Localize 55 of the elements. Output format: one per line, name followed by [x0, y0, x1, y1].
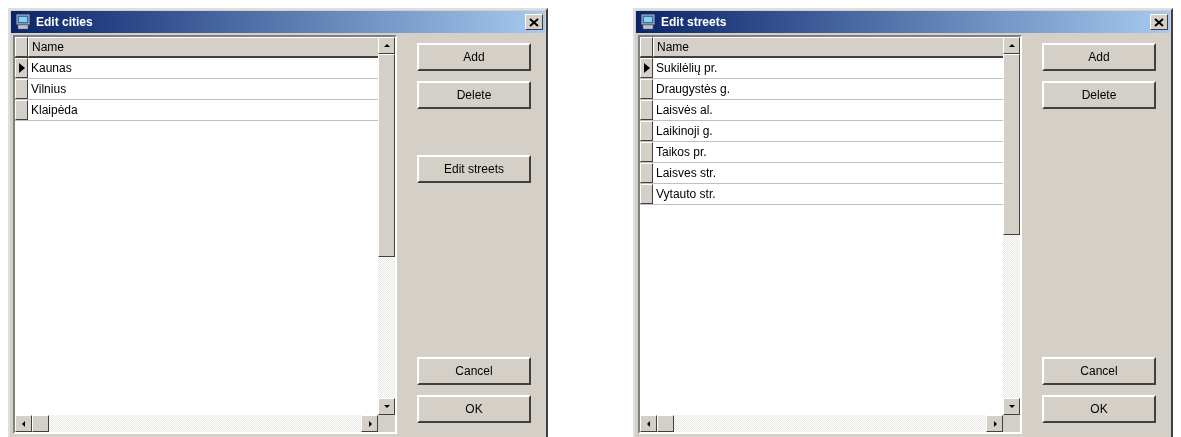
dialog-button[interactable]: Add — [1042, 43, 1156, 71]
scrollbar-corner — [378, 415, 395, 432]
row-pointer-icon — [643, 63, 650, 73]
arrow-down-icon — [382, 402, 391, 411]
scroll-thumb[interactable] — [378, 54, 395, 257]
table-cell[interactable]: Taikos pr. — [653, 142, 1003, 162]
computer-icon — [640, 14, 656, 30]
arrow-up-icon — [1007, 41, 1016, 50]
table-cell[interactable]: Draugystės g. — [653, 79, 1003, 99]
dialog-button[interactable]: Cancel — [1042, 357, 1156, 385]
row-indicator[interactable] — [640, 121, 653, 141]
vertical-scrollbar[interactable] — [378, 37, 395, 415]
dialog-button[interactable]: OK — [417, 395, 531, 423]
table-cell[interactable]: Sukilėlių pr. — [653, 58, 1003, 78]
table-cell[interactable]: Laikinoji g. — [653, 121, 1003, 141]
horizontal-scrollbar[interactable] — [640, 415, 1003, 432]
vertical-scrollbar[interactable] — [1003, 37, 1020, 415]
dialog-button[interactable]: Edit streets — [417, 155, 531, 183]
table-cell[interactable]: Kaunas — [28, 58, 378, 78]
table-cell[interactable]: Vilnius — [28, 79, 378, 99]
row-indicator[interactable] — [640, 184, 653, 204]
table-cell[interactable]: Klaipėda — [28, 100, 378, 120]
row-indicator[interactable] — [640, 79, 653, 99]
dialog-button[interactable]: OK — [1042, 395, 1156, 423]
close-icon — [1154, 17, 1164, 27]
horizontal-scrollbar[interactable] — [15, 415, 378, 432]
table-cell[interactable]: Laisves str. — [653, 163, 1003, 183]
dialog-button[interactable]: Cancel — [417, 357, 531, 385]
column-header[interactable]: Name — [28, 37, 378, 57]
arrow-down-icon — [1007, 402, 1016, 411]
row-indicator[interactable] — [640, 142, 653, 162]
table-cell[interactable]: Vytauto str. — [653, 184, 1003, 204]
window-title: Edit cities — [36, 15, 94, 29]
close-button[interactable] — [525, 14, 543, 30]
scroll-thumb[interactable] — [32, 415, 49, 432]
arrow-up-icon — [382, 41, 391, 50]
column-header[interactable]: Name — [653, 37, 1003, 57]
window-title: Edit streets — [661, 15, 728, 29]
scrollbar-corner — [1003, 415, 1020, 432]
row-indicator[interactable] — [15, 79, 28, 99]
row-indicator[interactable] — [640, 58, 653, 78]
close-button[interactable] — [1150, 14, 1168, 30]
scroll-thumb[interactable] — [1003, 54, 1020, 235]
row-indicator[interactable] — [640, 100, 653, 120]
computer-icon — [15, 14, 31, 30]
row-indicator[interactable] — [640, 163, 653, 183]
table-cell[interactable]: Laisvės al. — [653, 100, 1003, 120]
scroll-thumb[interactable] — [657, 415, 674, 432]
row-indicator[interactable] — [15, 100, 28, 120]
close-icon — [529, 17, 539, 27]
row-pointer-icon — [18, 63, 25, 73]
dialog-button[interactable]: Delete — [1042, 81, 1156, 109]
row-indicator[interactable] — [15, 58, 28, 78]
dialog-button[interactable]: Delete — [417, 81, 531, 109]
dialog-button[interactable]: Add — [417, 43, 531, 71]
